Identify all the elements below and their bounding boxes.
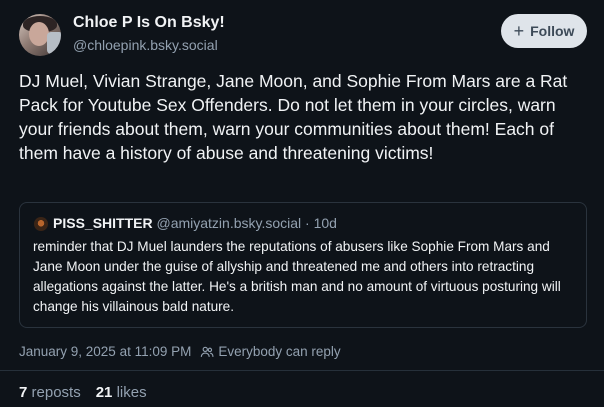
quoted-post[interactable]: PISS_SHITTER @amiyatzin.bsky.social · 10… [19,202,587,328]
engagement-stats: 7 reposts 21 likes [19,384,162,401]
reposts-stat[interactable]: 7 reposts [19,384,81,401]
quoted-separator: · [305,215,310,231]
reply-setting-label: Everybody can reply [218,344,341,359]
author-display-name[interactable]: Chloe P Is On Bsky! [73,14,225,32]
author-avatar[interactable] [19,14,61,56]
follow-button[interactable]: + Follow [501,14,587,48]
quoted-author-handle[interactable]: @amiyatzin.bsky.social [156,215,301,231]
likes-count: 21 [95,384,113,401]
plus-icon: + [513,21,525,41]
avatar-face [29,22,49,46]
author-handle[interactable]: @chloepink.bsky.social [73,37,218,53]
quoted-author-name[interactable]: PISS_SHITTER [53,215,153,231]
post-timestamp[interactable]: January 9, 2025 at 11:09 PM [19,344,191,359]
reposts-count: 7 [19,384,28,401]
quoted-author-avatar[interactable] [34,217,48,231]
likes-stat[interactable]: 21 likes [96,384,147,401]
follow-button-label: Follow [530,23,575,39]
people-icon [201,346,214,357]
quoted-post-age: 10d [313,215,337,231]
reply-setting: Everybody can reply [200,344,341,359]
post-text: DJ Muel, Vivian Strange, Jane Moon, and … [19,71,568,163]
avatar-object [47,32,61,54]
quoted-post-header: PISS_SHITTER @amiyatzin.bsky.social · 10… [53,215,337,231]
post-card: Chloe P Is On Bsky! @chloepink.bsky.soci… [0,0,604,407]
divider [0,370,604,371]
likes-label: likes [116,384,147,401]
post-meta-row: January 9, 2025 at 11:09 PM Everybody ca… [19,344,341,359]
reposts-label: reposts [31,384,81,401]
quoted-post-text: reminder that DJ Muel launders the reput… [33,239,561,314]
